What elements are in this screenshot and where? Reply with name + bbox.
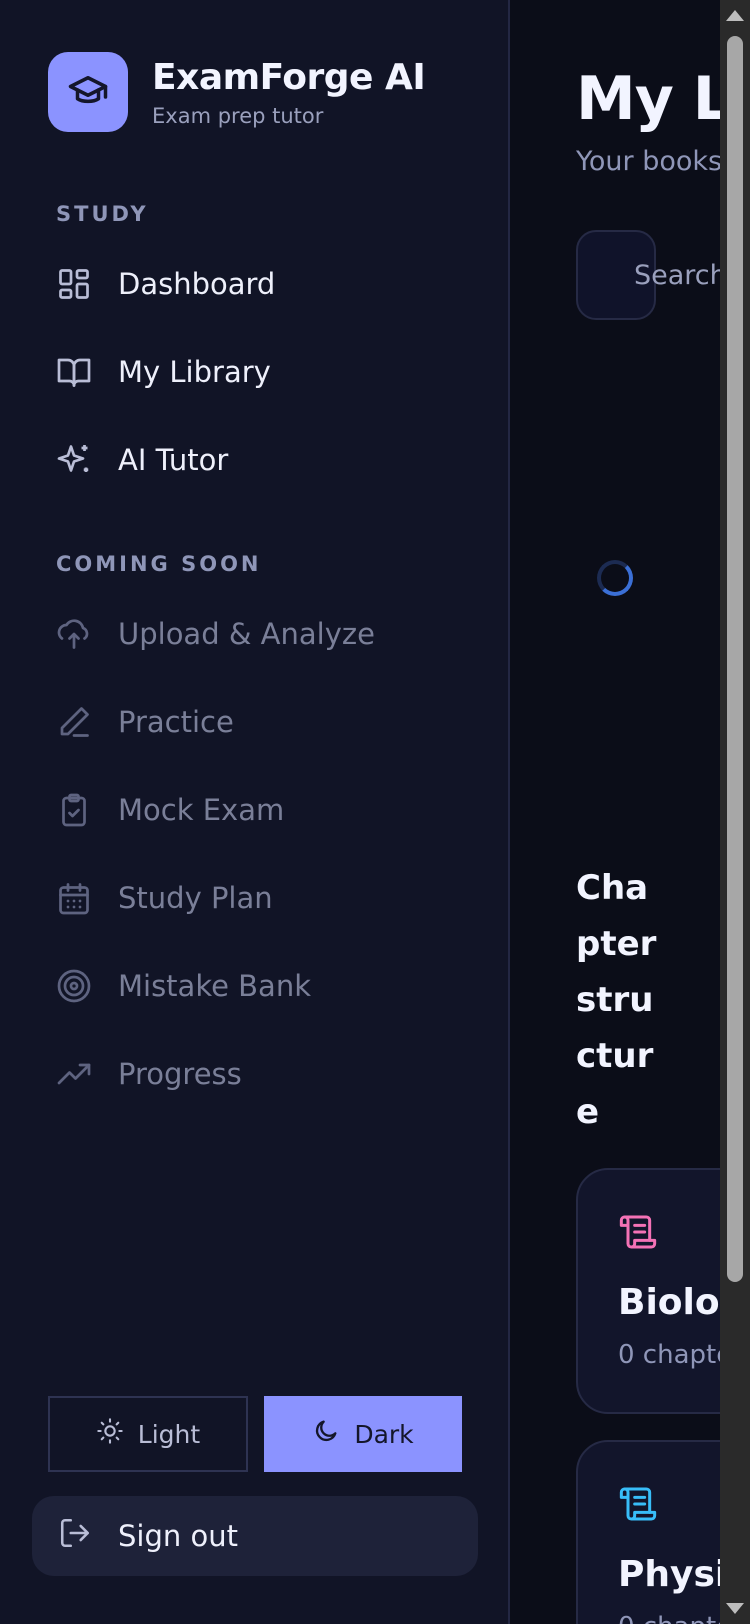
- main-content: My Li Your books Search Chapter structur…: [510, 0, 720, 1624]
- sidebar-item-label: Practice: [118, 705, 234, 739]
- trending-up-icon: [56, 1056, 92, 1092]
- brand: ExamForge AI Exam prep tutor: [48, 52, 426, 132]
- target-icon: [56, 968, 92, 1004]
- sidebar-item-label: Progress: [118, 1057, 242, 1091]
- cloud-upload-icon: [56, 616, 92, 652]
- grid-icon: [56, 266, 92, 302]
- logo: [48, 52, 128, 132]
- theme-light-button[interactable]: Light: [48, 1396, 248, 1472]
- signout-button[interactable]: Sign out: [32, 1496, 478, 1576]
- book-card-biology[interactable]: Biolog 0 chapte: [576, 1168, 720, 1414]
- scroll-icon: [618, 1484, 658, 1528]
- sidebar-item-progress: Progress: [56, 1044, 242, 1104]
- logout-icon: [32, 1516, 118, 1557]
- sidebar-item-label: Study Plan: [118, 881, 273, 915]
- loading-spinner-icon: [597, 560, 633, 596]
- sidebar-item-label: My Library: [118, 355, 271, 389]
- scroll-down-icon[interactable]: [726, 1603, 744, 1614]
- scroll-icon: [618, 1212, 658, 1256]
- sidebar-item-mistake-bank: Mistake Bank: [56, 956, 311, 1016]
- moon-icon: [312, 1417, 354, 1451]
- book-card-physics[interactable]: Physic 0 chapte: [576, 1440, 720, 1624]
- book-open-icon: [56, 354, 92, 390]
- search-placeholder: Search: [634, 260, 720, 291]
- brand-title: ExamForge AI: [152, 57, 426, 98]
- scroll-up-icon[interactable]: [726, 10, 744, 21]
- scrollbar[interactable]: [720, 0, 750, 1624]
- theme-dark-label: Dark: [354, 1419, 414, 1449]
- sidebar-item-label: Mock Exam: [118, 793, 285, 827]
- scrollbar-thumb[interactable]: [727, 36, 743, 1282]
- sidebar-item-upload-analyze: Upload & Analyze: [56, 604, 375, 664]
- sidebar-item-label: Mistake Bank: [118, 969, 311, 1003]
- sidebar-item-practice: Practice: [56, 692, 234, 752]
- section-label-coming-soon: COMING SOON: [56, 552, 262, 576]
- section-label-study: STUDY: [56, 202, 149, 226]
- book-card-chapter-count: 0 chapte: [618, 1612, 720, 1624]
- graduation-cap-icon: [67, 69, 109, 115]
- sidebar-item-label: Dashboard: [118, 267, 276, 301]
- clipboard-check-icon: [56, 792, 92, 828]
- sidebar: ExamForge AI Exam prep tutor STUDY Dashb…: [0, 0, 510, 1624]
- book-card-title: Biolog: [618, 1282, 720, 1323]
- sidebar-item-dashboard[interactable]: Dashboard: [56, 254, 275, 314]
- sidebar-item-label: Upload & Analyze: [118, 617, 375, 651]
- sidebar-item-label: AI Tutor: [118, 443, 229, 477]
- sidebar-item-mock-exam: Mock Exam: [56, 780, 284, 840]
- theme-light-label: Light: [137, 1419, 201, 1449]
- chapter-structure-heading: Chapter structure: [576, 868, 657, 1132]
- book-card-title: Physic: [618, 1554, 720, 1595]
- signout-label: Sign out: [118, 1519, 238, 1553]
- theme-dark-button[interactable]: Dark: [264, 1396, 462, 1472]
- brand-subtitle: Exam prep tutor: [152, 104, 324, 128]
- page-subtitle: Your books: [576, 146, 720, 177]
- sparkles-icon: [56, 442, 92, 478]
- calendar-icon: [56, 880, 92, 916]
- theme-toggle: Light Dark: [48, 1396, 462, 1472]
- sidebar-item-my-library[interactable]: My Library: [56, 342, 271, 402]
- book-card-chapter-count: 0 chapte: [618, 1340, 720, 1370]
- page-title: My Li: [576, 64, 720, 134]
- sidebar-item-ai-tutor[interactable]: AI Tutor: [56, 430, 228, 490]
- sun-icon: [96, 1417, 138, 1451]
- pencil-icon: [56, 704, 92, 740]
- sidebar-item-study-plan: Study Plan: [56, 868, 273, 928]
